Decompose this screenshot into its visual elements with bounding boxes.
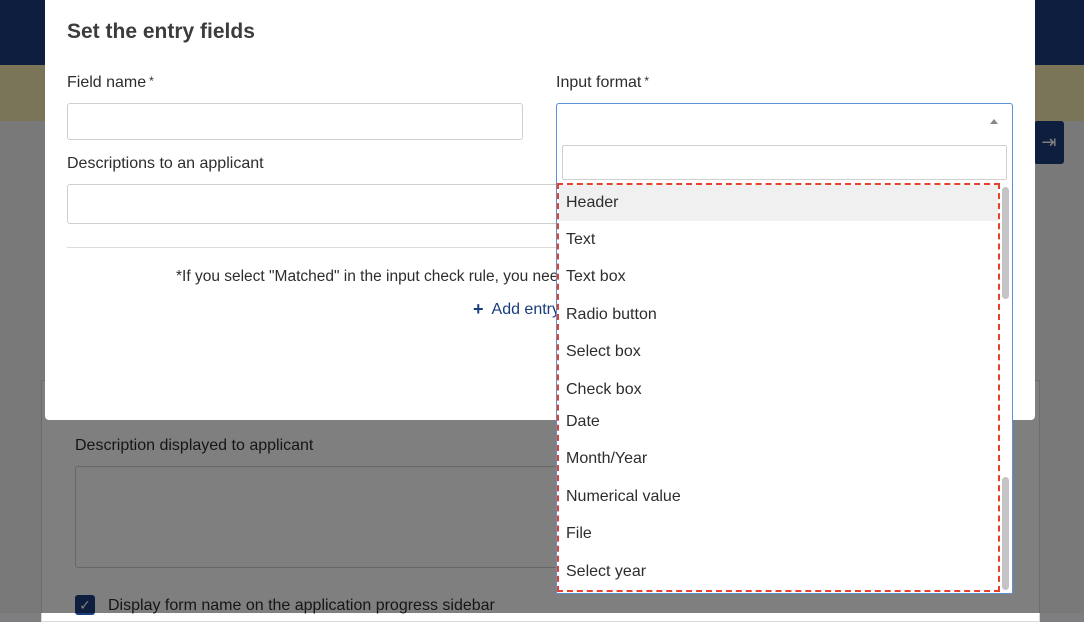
section-divider	[67, 247, 557, 248]
option-month-year[interactable]: Month/Year	[559, 441, 998, 477]
input-format-label: Input format *	[556, 74, 649, 92]
option-text[interactable]: Text	[559, 222, 998, 258]
required-mark: *	[149, 74, 154, 88]
option-file[interactable]: File	[559, 516, 998, 552]
descriptions-label: Descriptions to an applicant	[67, 155, 264, 172]
field-name-label-text: Field name	[67, 74, 147, 91]
option-radio-button[interactable]: Radio button	[559, 297, 998, 333]
option-date[interactable]: Date	[559, 404, 998, 440]
descriptions-input[interactable]	[67, 184, 567, 224]
option-text-box[interactable]: Text box	[559, 259, 998, 295]
input-format-dropdown: Header Text Text box Radio button Select…	[556, 140, 1013, 594]
caret-up-icon	[990, 119, 998, 124]
input-format-label-text: Input format	[556, 74, 642, 91]
option-select-year[interactable]: Select year	[559, 554, 998, 590]
add-entry-button[interactable]: + Add entry	[473, 299, 559, 320]
option-header[interactable]: Header	[559, 185, 998, 221]
field-name-input[interactable]	[67, 103, 523, 140]
option-select-box[interactable]: Select box	[559, 334, 998, 370]
scrollbar-thumb-upper[interactable]	[1002, 187, 1009, 299]
modal-title: Set the entry fields	[67, 20, 255, 43]
required-mark: *	[644, 74, 650, 88]
matched-rule-note: *If you select "Matched" in the input ch…	[176, 268, 556, 285]
add-entry-label: Add entry	[491, 300, 559, 318]
plus-icon: +	[473, 299, 484, 319]
field-name-label: Field name *	[67, 74, 154, 92]
dropdown-search-input[interactable]	[562, 145, 1007, 180]
option-numerical-value[interactable]: Numerical value	[559, 479, 998, 515]
dropdown-scrollbar[interactable]	[1002, 187, 1009, 590]
dropdown-options-list: Header Text Text box Radio button Select…	[557, 183, 1000, 592]
option-check-box[interactable]: Check box	[559, 372, 998, 408]
scrollbar-thumb-lower[interactable]	[1002, 477, 1009, 590]
input-format-select[interactable]	[556, 103, 1013, 141]
